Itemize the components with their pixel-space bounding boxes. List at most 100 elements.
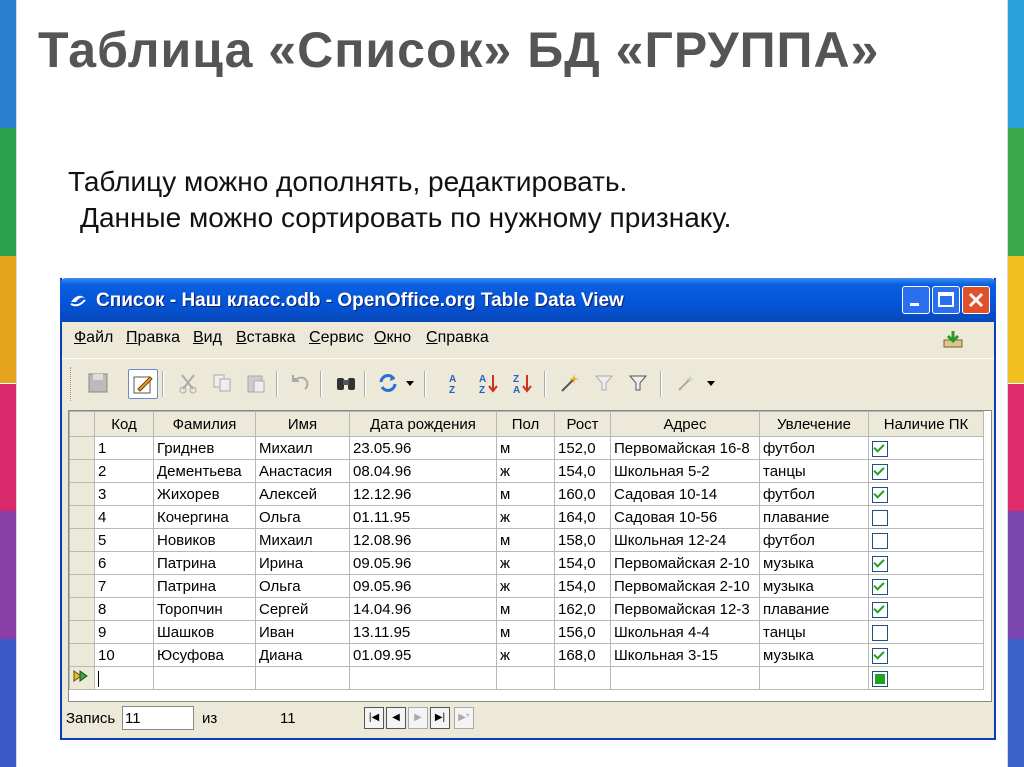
cell-birthdate[interactable]: 23.05.96: [349, 436, 497, 460]
minimize-button[interactable]: [902, 286, 930, 314]
cell-height[interactable]: 164,0: [554, 505, 611, 529]
row-selector[interactable]: [69, 459, 95, 483]
new-row-selector[interactable]: [69, 666, 95, 690]
maximize-button[interactable]: [932, 286, 960, 314]
cell-birthdate[interactable]: 01.09.95: [349, 643, 497, 667]
cell-height[interactable]: 160,0: [554, 482, 611, 506]
cell-address[interactable]: Садовая 10-14: [610, 482, 760, 506]
record-number-field[interactable]: 11: [122, 706, 194, 730]
cell-height[interactable]: 168,0: [554, 643, 611, 667]
cell-birthdate[interactable]: 08.04.96: [349, 459, 497, 483]
remove-filter-button[interactable]: [672, 369, 700, 397]
cell-hobby[interactable]: футбол: [759, 482, 869, 506]
cell-height[interactable]: 152,0: [554, 436, 611, 460]
cell-lastname[interactable]: Юсуфова: [153, 643, 256, 667]
cell-address[interactable]: Школьная 4-4: [610, 620, 760, 644]
has-pc-checkbox[interactable]: [872, 578, 888, 595]
cell-has-pc[interactable]: [868, 482, 984, 506]
cell-has-pc[interactable]: [868, 597, 984, 621]
cell-firstname[interactable]: Диана: [255, 643, 350, 667]
table-row[interactable]: 7 Патрина Ольга 09.05.96 ж 154,0 Первомайская …: [69, 574, 984, 598]
new-record-button[interactable]: ▶*: [454, 707, 474, 729]
cell-has-pc[interactable]: [868, 505, 984, 529]
cell-code[interactable]: 4: [94, 505, 154, 529]
document-download-icon[interactable]: [942, 330, 964, 348]
cell-lastname[interactable]: Жихорев: [153, 482, 256, 506]
cell-has-pc[interactable]: [868, 459, 984, 483]
cell-hobby[interactable]: танцы: [759, 620, 869, 644]
menu-edit[interactable]: Правка: [126, 329, 180, 347]
menu-insert[interactable]: Вставка: [236, 329, 295, 347]
table-row[interactable]: 2 Дементьева Анастасия 08.04.96 ж 154,0 Школьн…: [69, 459, 984, 483]
refresh-button[interactable]: [374, 369, 402, 397]
cell-firstname[interactable]: Ольга: [255, 505, 350, 529]
window-titlebar[interactable]: Список - Наш класс.odb - OpenOffice.org …: [60, 278, 996, 322]
has-pc-checkbox[interactable]: [872, 624, 888, 641]
has-pc-checkbox[interactable]: [872, 647, 888, 664]
has-pc-checkbox[interactable]: [872, 555, 888, 572]
cell-firstname[interactable]: Ольга: [255, 574, 350, 598]
cell-hobby[interactable]: танцы: [759, 459, 869, 483]
cell-sex[interactable]: м: [496, 597, 555, 621]
row-selector[interactable]: [69, 551, 95, 575]
column-header-lastname[interactable]: Фамилия: [153, 411, 256, 437]
has-pc-checkbox[interactable]: [872, 486, 888, 503]
cell-has-pc[interactable]: [868, 643, 984, 667]
cell-lastname[interactable]: Патрина: [153, 551, 256, 575]
copy-button[interactable]: [208, 369, 236, 397]
cell-has-pc[interactable]: [868, 551, 984, 575]
table-row[interactable]: 9 Шашков Иван 13.11.95 м 156,0 Школьная 4-4 тан…: [69, 620, 984, 644]
cell-address[interactable]: Школьная 3-15: [610, 643, 760, 667]
menu-window[interactable]: Окно: [374, 329, 411, 347]
cell-lastname[interactable]: Дементьева: [153, 459, 256, 483]
cell-lastname[interactable]: Шашков: [153, 620, 256, 644]
refresh-dropdown-button[interactable]: [402, 369, 418, 397]
column-header-address[interactable]: Адрес: [610, 411, 760, 437]
next-record-button[interactable]: ▶: [408, 707, 428, 729]
sort-descending-button[interactable]: AZ: [474, 369, 502, 397]
table-row[interactable]: 1 Гриднев Михаил 23.05.96 м 152,0 Первомайская…: [69, 436, 984, 460]
cell-firstname[interactable]: Сергей: [255, 597, 350, 621]
cell-hobby[interactable]: музыка: [759, 551, 869, 575]
table-row[interactable]: 5 Новиков Михаил 12.08.96 м 158,0 Школьная 12-…: [69, 528, 984, 552]
cell-lastname[interactable]: Новиков: [153, 528, 256, 552]
cell-code[interactable]: 6: [94, 551, 154, 575]
column-header-firstname[interactable]: Имя: [255, 411, 350, 437]
autofilter-button[interactable]: [556, 369, 584, 397]
new-row-cell[interactable]: [554, 666, 611, 690]
cell-sex[interactable]: м: [496, 528, 555, 552]
menu-view[interactable]: Вид: [193, 329, 222, 347]
menu-help[interactable]: Справка: [426, 329, 489, 347]
cell-address[interactable]: Садовая 10-56: [610, 505, 760, 529]
cell-sex[interactable]: ж: [496, 574, 555, 598]
edit-mode-button[interactable]: [128, 369, 158, 399]
new-row-cell[interactable]: [255, 666, 350, 690]
cell-height[interactable]: 162,0: [554, 597, 611, 621]
row-selector[interactable]: [69, 597, 95, 621]
cell-lastname[interactable]: Торопчин: [153, 597, 256, 621]
cell-code[interactable]: 10: [94, 643, 154, 667]
cell-height[interactable]: 154,0: [554, 459, 611, 483]
cell-code[interactable]: 9: [94, 620, 154, 644]
cell-sex[interactable]: ж: [496, 505, 555, 529]
new-row-cell[interactable]: [759, 666, 869, 690]
has-pc-checkbox[interactable]: [872, 670, 888, 687]
cell-height[interactable]: 158,0: [554, 528, 611, 552]
has-pc-checkbox[interactable]: [872, 509, 888, 526]
new-record-row[interactable]: [69, 666, 984, 690]
cell-firstname[interactable]: Ирина: [255, 551, 350, 575]
undo-button[interactable]: [286, 369, 314, 397]
table-row[interactable]: 4 Кочергина Ольга 01.11.95 ж 164,0 Садовая 10-…: [69, 505, 984, 529]
menu-tools[interactable]: Сервис: [309, 329, 364, 347]
cell-firstname[interactable]: Иван: [255, 620, 350, 644]
standard-filter-button[interactable]: [590, 369, 618, 397]
row-selector[interactable]: [69, 528, 95, 552]
row-selector[interactable]: [69, 482, 95, 506]
new-row-cell[interactable]: [610, 666, 760, 690]
new-row-cell[interactable]: [153, 666, 256, 690]
cell-sex[interactable]: м: [496, 436, 555, 460]
column-header-code[interactable]: Код: [94, 411, 154, 437]
has-pc-checkbox[interactable]: [872, 463, 888, 480]
cell-sex[interactable]: ж: [496, 643, 555, 667]
table-row[interactable]: 8 Торопчин Сергей 14.04.96 м 162,0 Первомайска…: [69, 597, 984, 621]
